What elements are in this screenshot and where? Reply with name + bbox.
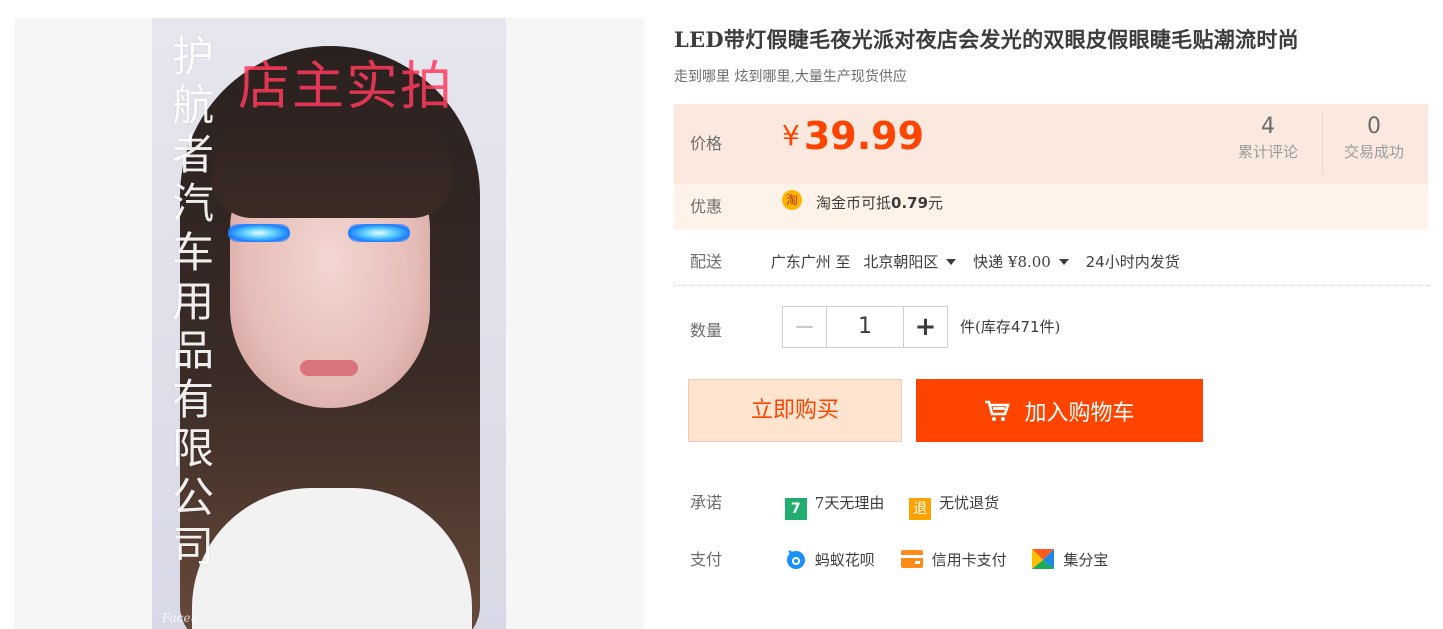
price-amount: 39.99 — [803, 114, 925, 158]
promise-item-7day[interactable]: 7 7天无理由 — [784, 492, 884, 520]
quantity-label: 数量 — [690, 321, 723, 340]
payment-item-credit-card[interactable]: 信用卡支付 — [900, 548, 1007, 570]
product-gallery: 护航者汽车用品有限公司 店主实拍 Faceu — [14, 18, 644, 629]
product-title: LED带灯假睫毛夜光派对夜店会发光的双眼皮假眼睫毛贴潮流时尚 — [674, 27, 1299, 52]
review-count-stat[interactable]: 4 累计评论 — [1222, 114, 1314, 162]
buy-now-button[interactable]: 立即购买 — [688, 379, 902, 442]
quantity-input[interactable]: 1 — [827, 307, 903, 347]
chevron-down-icon — [946, 259, 957, 265]
jifenbao-icon — [1032, 549, 1055, 569]
add-to-cart-label: 加入购物车 — [1024, 400, 1135, 426]
sales-count: 0 — [1367, 114, 1381, 139]
chevron-down-icon — [1058, 259, 1069, 265]
photo-stamp-text: 店主实拍 — [238, 57, 455, 117]
price-value: ¥39.99 — [782, 114, 924, 158]
quantity-decrease-button[interactable]: − — [783, 307, 827, 347]
payment-item-jifenbao[interactable]: 集分宝 — [1031, 548, 1108, 570]
payment-row: 支付 蚂蚁花呗 信用卡支付 集分宝 — [674, 546, 1128, 570]
glowing-eyelash — [348, 224, 410, 242]
ship-time: 24小时内发货 — [1085, 253, 1180, 271]
seven-day-icon: 7 — [784, 498, 807, 520]
promo-label: 优惠 — [690, 197, 723, 216]
sales-count-label: 交易成功 — [1343, 143, 1404, 161]
quantity-increase-button[interactable]: + — [903, 307, 947, 347]
watermark-vertical-text: 护航者汽车用品有限公司 — [171, 32, 214, 571]
review-count: 4 — [1261, 114, 1275, 139]
promo-text: 淘金币可抵0.79元 — [816, 194, 944, 212]
payment-label: 支付 — [690, 550, 723, 569]
stat-divider — [1322, 112, 1323, 174]
promo-amount: 0.79 — [891, 194, 929, 212]
credit-card-icon — [900, 550, 923, 568]
glowing-eyelash — [228, 224, 290, 242]
promise-label: 承诺 — [690, 493, 723, 512]
divider — [674, 285, 1430, 286]
shipping-method-select[interactable]: 快递 ¥8.00 — [973, 253, 1081, 271]
product-subtitle: 走到哪里 炫到哪里,大量生产现货供应 — [674, 69, 907, 85]
add-to-cart-button[interactable]: 加入购物车 — [916, 379, 1203, 442]
price-label: 价格 — [690, 134, 723, 153]
currency-symbol: ¥ — [782, 119, 800, 152]
huabei-icon — [786, 550, 805, 569]
photo-signature: Faceu — [162, 611, 199, 625]
sales-count-stat[interactable]: 0 交易成功 — [1328, 114, 1420, 162]
taojinbi-coin-icon: 淘 — [782, 190, 802, 210]
delivery-from: 广东广州 至 — [770, 253, 851, 271]
return-icon: 退 — [909, 498, 932, 520]
product-image[interactable]: 护航者汽车用品有限公司 店主实拍 Faceu — [152, 18, 506, 629]
stock-info: 件(库存471件) — [960, 318, 1061, 336]
quantity-stepper: − 1 + — [782, 306, 948, 348]
promise-item-return[interactable]: 退无忧退货 — [909, 492, 999, 520]
review-count-label: 累计评论 — [1237, 143, 1298, 161]
delivery-label: 配送 — [690, 252, 723, 271]
price-box: 价格 ¥39.99 4 累计评论 0 交易成功 优惠 淘 淘金币可抵0.79元 — [674, 104, 1428, 230]
shopping-cart-icon — [985, 400, 1011, 421]
payment-item-huabei[interactable]: 蚂蚁花呗 — [785, 548, 875, 570]
promise-row: 承诺 7 7天无理由 退无忧退货 — [674, 489, 1019, 520]
delivery-row: 配送 广东广州 至 北京朝阳区 快递 ¥8.00 24小时内发货 — [674, 248, 1180, 272]
delivery-destination-select[interactable]: 北京朝阳区 — [863, 253, 968, 271]
